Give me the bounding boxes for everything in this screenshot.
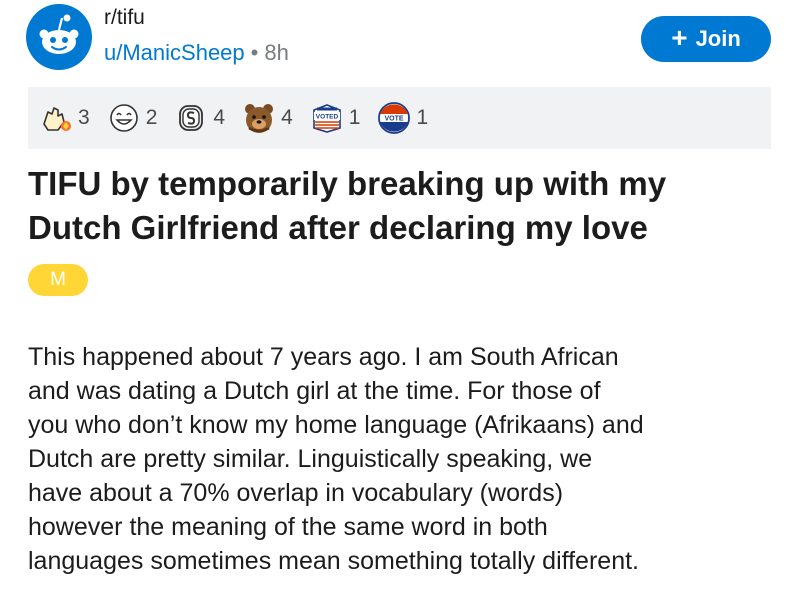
award-count: 4 [213,106,226,129]
award-item[interactable]: VOTED 1 [309,100,361,136]
body-line: Dutch are pretty similar. Linguistically… [28,445,593,473]
award-count: 3 [78,106,90,129]
plus-icon: + [671,21,688,53]
awards-bar[interactable]: 3 2 4 4 VOTED 1 VOTE 1 [28,87,771,149]
award-count: 2 [145,106,158,129]
post-meta: u/ManicSheep • 8h [104,40,289,66]
award-item[interactable]: 2 [106,100,158,136]
meta-separator: • [250,40,259,65]
laughing-face-award-icon [109,104,138,132]
body-line: however the meaning of the same word in … [28,513,548,541]
join-button[interactable]: + Join [641,16,771,62]
post-title-line: TIFU by temporarily breaking up with my [28,165,667,202]
facepalm-award-icon [43,107,71,131]
post-header: r/tifu u/ManicSheep • 8h + Join [0,0,800,80]
award-item[interactable]: 4 [173,100,225,136]
body-line: This happened about 7 years ago. I am So… [28,343,619,371]
svg-text:VOTE: VOTE [385,116,404,123]
post-flair[interactable]: M [28,264,88,296]
coin-award-icon [179,105,204,131]
body-line: languages sometimes mean something total… [28,547,639,575]
body-line: and was dating a Dutch girl at the time.… [28,377,601,405]
bear-hug-award-icon [245,104,274,133]
subreddit-icon[interactable] [26,4,92,70]
svg-text:VOTED: VOTED [316,114,339,121]
body-line: have about a 70% overlap in vocabulary (… [28,479,564,507]
post-age: 8h [264,40,289,65]
award-count: 4 [281,106,293,129]
author-link[interactable]: u/ManicSheep [104,40,245,65]
award-count: 1 [416,106,429,129]
subreddit-name[interactable]: r/tifu [104,6,145,30]
award-item[interactable]: VOTE 1 [376,100,428,136]
post-title[interactable]: TIFU by temporarily breaking up with my … [28,162,778,250]
post-title-line: Dutch Girlfriend after declaring my love [28,209,648,246]
body-line: you who don’t know my home language (Afr… [28,411,644,439]
award-item[interactable]: 3 [38,100,90,136]
vote-award-icon: VOTE [378,102,411,134]
award-count: 1 [348,106,361,129]
join-button-label: Join [695,26,741,51]
award-item[interactable]: 4 [241,100,293,136]
voted-award-icon: VOTED [312,104,341,133]
post-body: This happened about 7 years ago. I am So… [28,340,788,578]
